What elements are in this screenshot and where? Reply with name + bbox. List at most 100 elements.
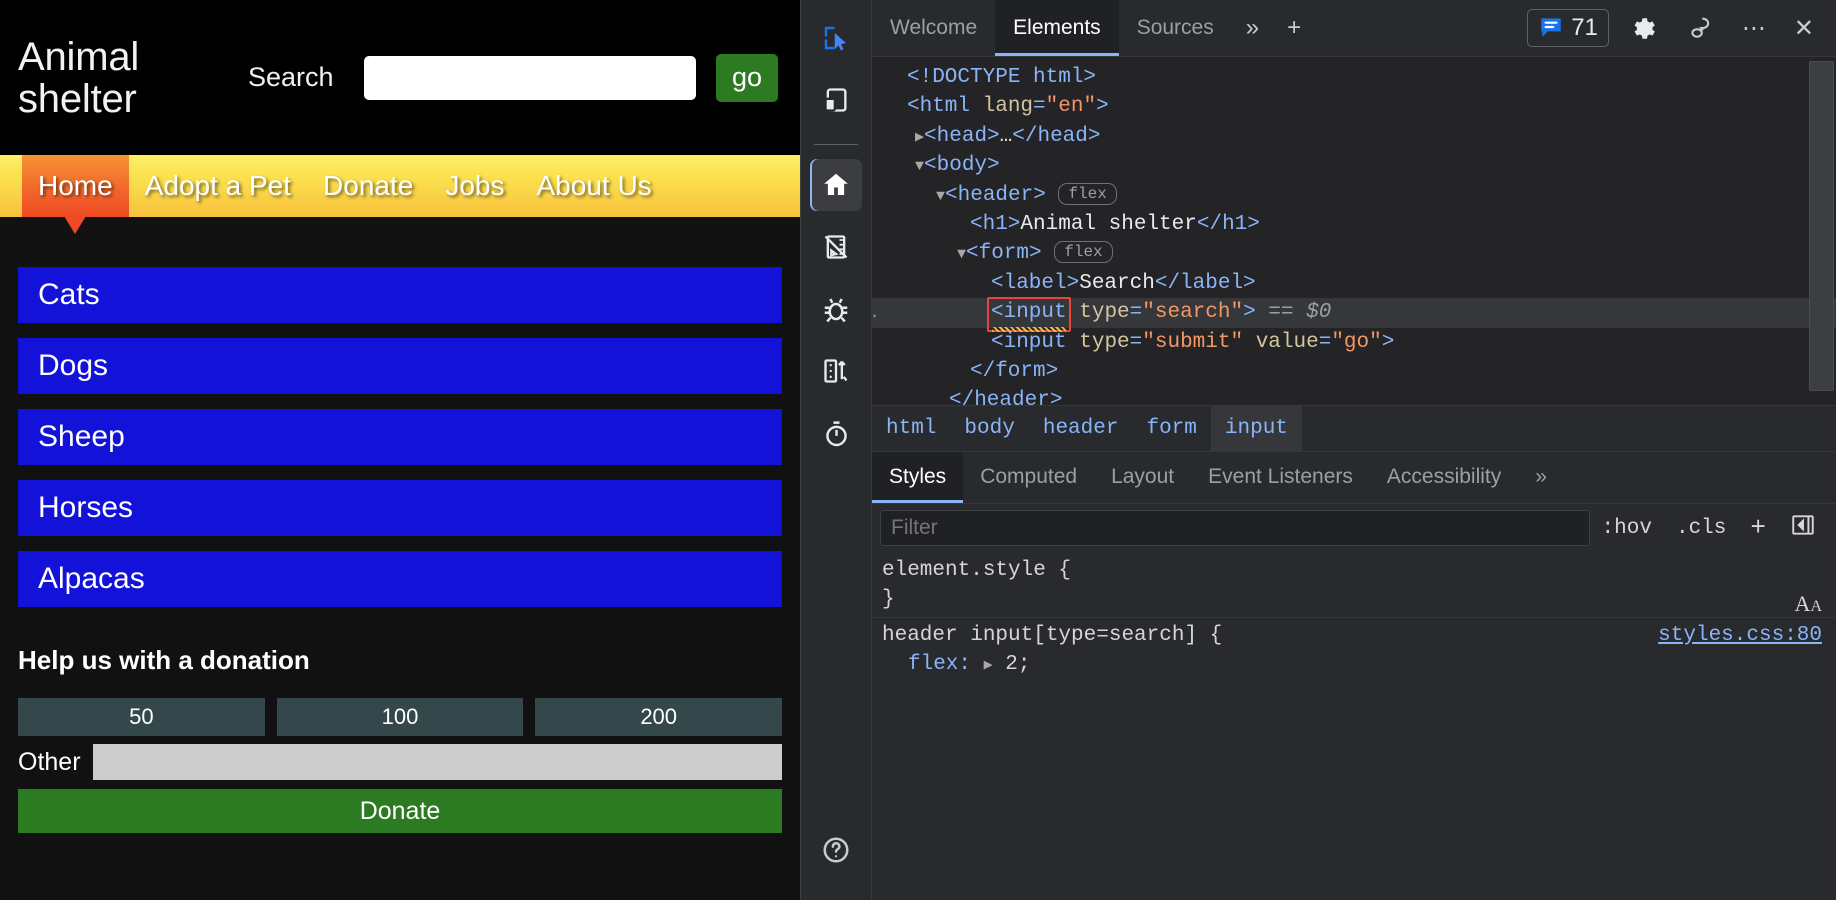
dom-node[interactable]: ▼<body>: [872, 151, 1836, 180]
primary-nav: Home Adopt a Pet Donate Jobs About Us: [0, 155, 800, 217]
styles-pane-tabs: Styles Computed Layout Event Listeners A…: [872, 451, 1836, 503]
more-options-icon[interactable]: ⋯: [1728, 0, 1780, 56]
donation-amount-200[interactable]: 200: [535, 698, 782, 736]
close-devtools-icon[interactable]: ✕: [1780, 0, 1836, 56]
breadcrumb-body[interactable]: body: [950, 406, 1028, 451]
toolbar-spacer: [1315, 0, 1521, 56]
tab-sources[interactable]: Sources: [1119, 0, 1232, 56]
devtools-toolbar: Welcome Elements Sources » + 71: [872, 0, 1836, 56]
gear-icon[interactable]: [1615, 0, 1672, 56]
animal-item-horses[interactable]: Horses: [18, 480, 782, 536]
nav-item-donate[interactable]: Donate: [307, 155, 429, 217]
search-form: Search go: [188, 54, 800, 102]
style-rule-close-brace: }: [882, 585, 1826, 614]
message-bubble-icon: [1538, 14, 1564, 43]
nav-item-about-us[interactable]: About Us: [521, 155, 668, 217]
styles-filter-input[interactable]: [880, 510, 1590, 546]
dom-node[interactable]: <!DOCTYPE html>: [872, 63, 1836, 92]
dom-tree-container[interactable]: <!DOCTYPE html><html lang="en">▶<head>…<…: [872, 56, 1836, 405]
dom-node[interactable]: </form>: [872, 357, 1836, 386]
breadcrumb: html body header form input: [872, 405, 1836, 451]
app-root: Animal shelter Search go Home Adopt a Pe…: [0, 0, 1836, 900]
devtools-activity-bar: [801, 0, 872, 900]
more-tabs-chevron-icon[interactable]: »: [1232, 0, 1273, 56]
donation-other-label: Other: [18, 748, 81, 777]
donation-other-input[interactable]: [93, 744, 782, 780]
style-rule-element-style[interactable]: element.style { }: [872, 553, 1836, 618]
page-header: Animal shelter Search go: [0, 0, 800, 155]
device-toolbar-icon[interactable]: [810, 74, 862, 126]
donate-button[interactable]: Donate: [18, 789, 782, 833]
console-messages-badge[interactable]: 71: [1527, 9, 1609, 47]
animal-item-alpacas[interactable]: Alpacas: [18, 551, 782, 607]
dom-node[interactable]: <h1>Animal shelter</h1>: [872, 210, 1836, 239]
donation-amount-50[interactable]: 50: [18, 698, 265, 736]
home-icon[interactable]: [810, 159, 862, 211]
ruler-slash-icon[interactable]: [810, 221, 862, 273]
question-mark-circle-icon[interactable]: [810, 824, 862, 876]
tab-layout[interactable]: Layout: [1094, 452, 1191, 503]
toggle-hover-state-button[interactable]: :hov: [1590, 517, 1664, 540]
tree-disclosure-icon[interactable]: ▼: [936, 188, 945, 205]
tree-disclosure-icon[interactable]: ▼: [915, 158, 924, 175]
page-sidebar: Cats Dogs Sheep Horses Alpacas Help us w…: [0, 217, 800, 900]
animal-item-cats[interactable]: Cats: [18, 267, 782, 323]
timer-icon[interactable]: [810, 407, 862, 459]
animal-item-dogs[interactable]: Dogs: [18, 338, 782, 394]
dom-node[interactable]: <input type="submit" value="go">: [872, 328, 1836, 357]
donation-amount-100[interactable]: 100: [277, 698, 524, 736]
tree-disclosure-icon[interactable]: ▶: [915, 129, 924, 146]
style-source-link[interactable]: styles.css:80: [1658, 621, 1822, 650]
styles-more-tabs-chevron-icon[interactable]: »: [1518, 452, 1564, 503]
dom-tree-scrollbar[interactable]: [1809, 61, 1834, 391]
web-page-preview: Animal shelter Search go Home Adopt a Pe…: [0, 0, 800, 900]
search-label: Search: [248, 62, 334, 93]
dom-node[interactable]: <html lang="en">: [872, 92, 1836, 121]
font-size-icon[interactable]: AA: [1795, 589, 1822, 621]
devtools-panel: Welcome Elements Sources » + 71: [800, 0, 1836, 900]
style-property-value[interactable]: 2;: [1005, 653, 1030, 676]
dom-node[interactable]: ▼<header> flex: [872, 181, 1836, 210]
dom-node[interactable]: ▼<form> flex: [872, 239, 1836, 268]
tab-styles[interactable]: Styles: [872, 452, 963, 503]
tab-event-listeners[interactable]: Event Listeners: [1191, 452, 1370, 503]
collapse-sidebar-icon[interactable]: [1778, 512, 1828, 545]
style-declaration[interactable]: flex: ▶ 2;: [882, 650, 1826, 680]
primary-nav-wrapper: Home Adopt a Pet Donate Jobs About Us: [0, 155, 800, 217]
donation-heading: Help us with a donation: [18, 645, 782, 676]
tab-accessibility[interactable]: Accessibility: [1370, 452, 1518, 503]
breadcrumb-html[interactable]: html: [872, 406, 950, 451]
dom-node-selected[interactable]: …<input type="search"> == $0: [872, 298, 1836, 327]
search-submit-button[interactable]: go: [716, 54, 778, 102]
breadcrumb-header[interactable]: header: [1029, 406, 1133, 451]
nav-item-adopt-a-pet[interactable]: Adopt a Pet: [129, 155, 307, 217]
breadcrumb-input[interactable]: input: [1211, 406, 1302, 451]
inspect-element-icon[interactable]: [810, 12, 862, 64]
animal-category-list: Cats Dogs Sheep Horses Alpacas: [18, 267, 782, 607]
dom-node[interactable]: ▶<head>…</head>: [872, 122, 1836, 151]
dock-side-icon[interactable]: [1672, 0, 1728, 56]
search-input[interactable]: [364, 56, 696, 100]
style-rule-header-input-search[interactable]: header input[type=search] { styles.css:8…: [872, 618, 1836, 683]
activity-bar-divider: [814, 144, 858, 145]
network-conditions-icon[interactable]: [810, 345, 862, 397]
new-style-rule-button[interactable]: +: [1738, 513, 1778, 543]
tab-computed[interactable]: Computed: [963, 452, 1094, 503]
dom-node[interactable]: <label>Search</label>: [872, 269, 1836, 298]
tab-welcome[interactable]: Welcome: [872, 0, 995, 56]
dom-node[interactable]: </header>: [872, 386, 1836, 404]
breadcrumb-form[interactable]: form: [1132, 406, 1210, 451]
animal-item-sheep[interactable]: Sheep: [18, 409, 782, 465]
donation-other-row: Other: [18, 744, 782, 780]
expand-shorthand-icon[interactable]: ▶: [984, 657, 993, 674]
message-count: 71: [1571, 14, 1598, 42]
toggle-class-button[interactable]: .cls: [1664, 517, 1738, 540]
nav-item-jobs[interactable]: Jobs: [429, 155, 520, 217]
add-tab-plus-icon[interactable]: +: [1273, 0, 1315, 56]
bug-icon[interactable]: [810, 283, 862, 335]
tree-disclosure-icon[interactable]: ▼: [957, 246, 966, 263]
dom-tree: <!DOCTYPE html><html lang="en">▶<head>…<…: [872, 57, 1836, 405]
tab-elements[interactable]: Elements: [995, 0, 1119, 56]
nav-item-home[interactable]: Home: [22, 155, 129, 217]
devtools-main: Welcome Elements Sources » + 71: [872, 0, 1836, 900]
